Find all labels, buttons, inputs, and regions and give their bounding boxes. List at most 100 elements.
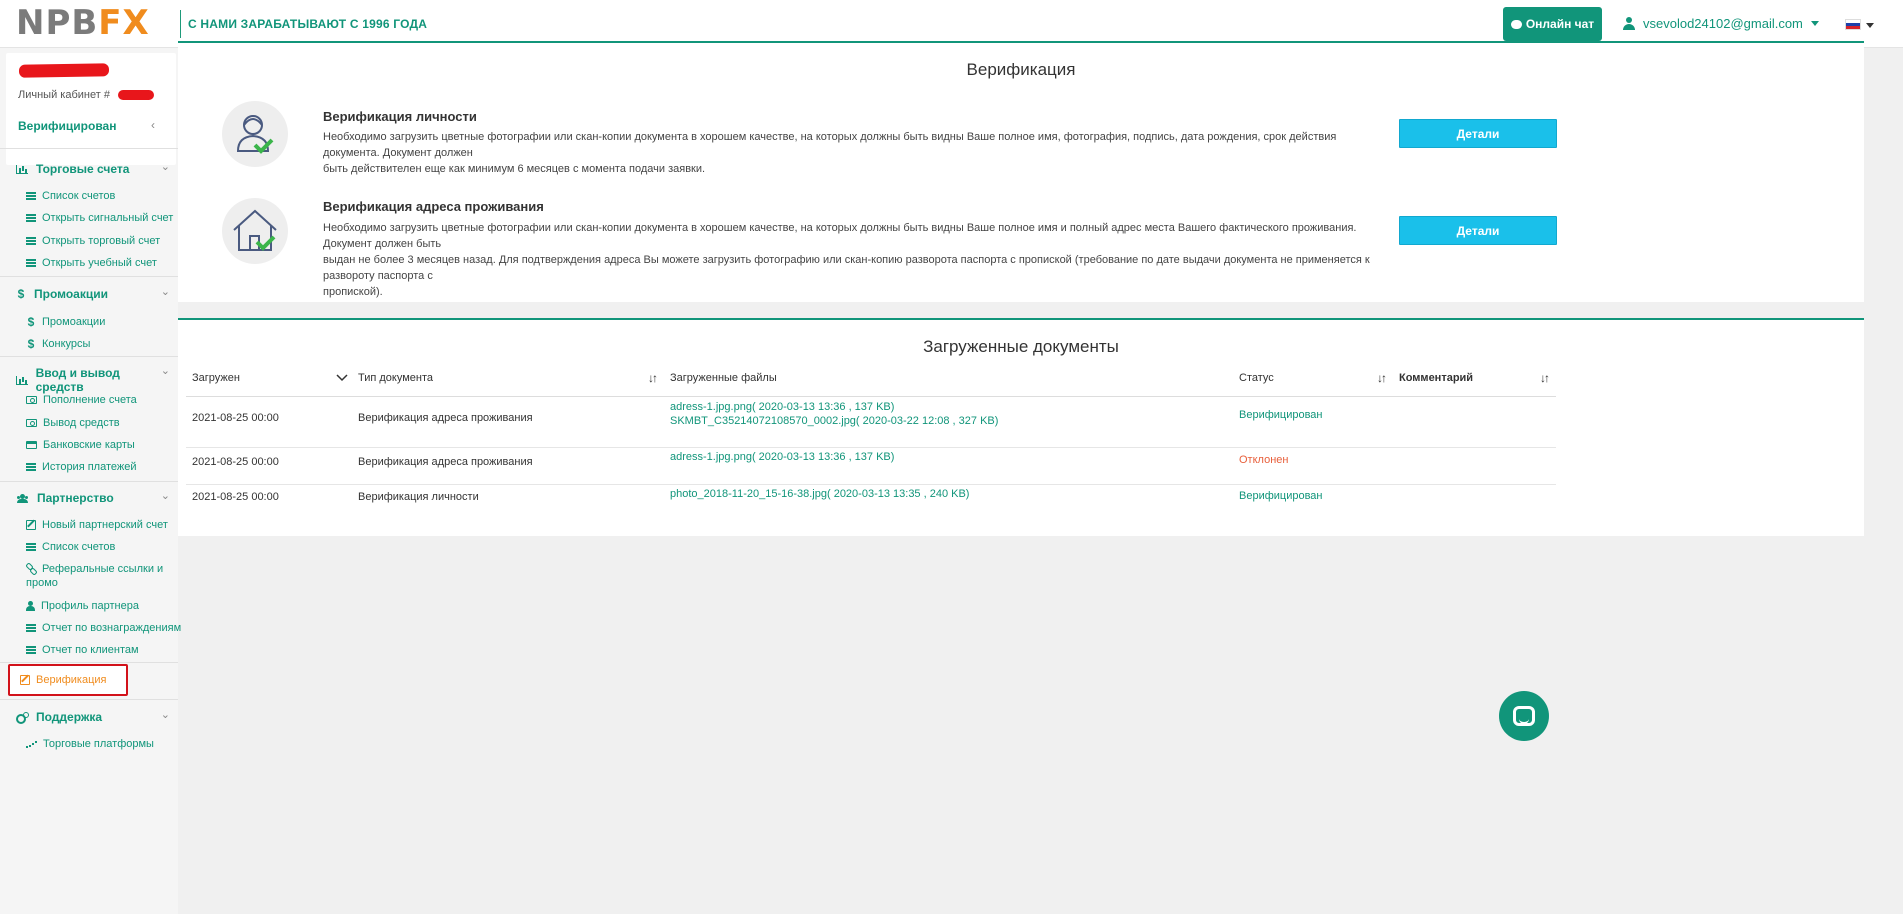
item-label: Пополнение счета: [43, 394, 137, 406]
sidebar-item-clients-report[interactable]: Отчет по клиентам: [26, 644, 139, 656]
uploaded-file-link[interactable]: adress-1.jpg.png( 2020-03-13 13:36 , 137…: [670, 401, 894, 413]
item-label: промо: [26, 577, 58, 589]
profile-status: Верифицирован: [18, 119, 117, 133]
sidebar-item-rewards-report[interactable]: Отчет по вознаграждениям: [26, 622, 181, 634]
sidebar-item-payment-history[interactable]: История платежей: [26, 461, 137, 473]
sidebar-item-open-trading-account[interactable]: Открыть торговый счет: [26, 235, 160, 247]
identity-person-check-icon: [236, 115, 274, 154]
chevron-down-icon: ⌄: [160, 490, 170, 502]
logo-main: NPB: [16, 3, 99, 43]
verification-title: Верификация: [966, 60, 1076, 79]
address-desc-line: пропиской).: [323, 286, 383, 298]
chevron-down-icon: ⌄: [160, 709, 170, 721]
address-desc-line: Необходимо загрузить цветные фотографии …: [323, 222, 1357, 250]
column-header-status[interactable]: Статус: [1239, 372, 1274, 384]
chevron-down-icon: ⌄: [160, 365, 170, 377]
npbfx-logo[interactable]: NPBFX: [16, 5, 150, 41]
support-chat-bubble[interactable]: [1499, 691, 1549, 741]
table-row-divider: [186, 484, 1556, 485]
sidebar-item-trading-platforms[interactable]: Торговые платформы: [26, 738, 154, 750]
chevron-left-icon[interactable]: ‹: [151, 118, 155, 132]
table-cell-date: 2021-08-25 00:00: [192, 412, 279, 424]
item-label: Вывод средств: [43, 417, 120, 429]
sidebar-divider: [0, 481, 178, 482]
column-header-document-type[interactable]: Тип документа: [358, 372, 433, 384]
sort-icon[interactable]: ↓↑: [648, 371, 658, 385]
column-header-uploaded[interactable]: Загружен: [192, 372, 240, 384]
list-icon: [26, 624, 36, 632]
bar-chart-icon: [16, 164, 28, 174]
sidebar-item-withdrawal[interactable]: Вывод средств: [26, 417, 120, 429]
sidebar-item-deposit[interactable]: Пополнение счета: [26, 394, 137, 406]
identity-description: Необходимо загрузить цветные фотографии …: [323, 129, 1393, 177]
users-icon: [16, 493, 29, 503]
identity-desc-line: быть действителен еще как минимум 6 меся…: [323, 163, 706, 175]
sidebar-group-partnership[interactable]: Партнерство ⌄: [16, 490, 170, 505]
table-cell-type: Верификация адреса проживания: [358, 456, 533, 468]
sidebar-item-open-signal-account[interactable]: Открыть сигнальный счет: [26, 212, 173, 224]
item-label: Банковские карты: [43, 439, 135, 451]
sidebar-item-new-partner-account[interactable]: Новый партнерский счет: [26, 519, 168, 531]
sidebar-item-referral-links-cont[interactable]: промо: [26, 577, 58, 589]
dollar-icon: $: [27, 315, 35, 329]
language-chevron-down-icon[interactable]: [1866, 23, 1874, 28]
group-label: Поддержка: [36, 710, 103, 724]
list-icon: [26, 192, 36, 200]
identity-details-button[interactable]: Детали: [1399, 119, 1557, 148]
status-rejected: Отклонен: [1239, 454, 1289, 466]
redacted-name: [18, 63, 110, 78]
sidebar-group-funds[interactable]: Ввод и вывод средств ⌄: [16, 365, 170, 394]
status-verified: Верифицирован: [1239, 490, 1323, 502]
item-label: Реферальные ссылки и: [42, 563, 164, 575]
group-label: Торговые счета: [36, 162, 130, 176]
item-label: Профиль партнера: [41, 600, 139, 612]
sidebar-item-partner-profile[interactable]: Профиль партнера: [26, 600, 139, 612]
identity-illustration: [222, 101, 288, 167]
sidebar-item-contests[interactable]: $ Конкурсы: [26, 337, 91, 351]
russian-flag-icon[interactable]: [1845, 19, 1861, 30]
sidebar-item-bank-cards[interactable]: Банковские карты: [26, 439, 135, 451]
sort-chevron-down-icon[interactable]: [336, 373, 348, 382]
user-menu[interactable]: vsevolod24102@gmail.com: [1623, 16, 1819, 31]
sort-icon[interactable]: ↓↑: [1377, 371, 1387, 385]
user-email: vsevolod24102@gmail.com: [1643, 16, 1803, 31]
sidebar-item-referral-links[interactable]: Реферальные ссылки и: [26, 563, 163, 575]
sidebar-item-partner-accounts-list[interactable]: Список счетов: [26, 541, 115, 553]
sidebar-group-support[interactable]: Поддержка ⌄: [16, 709, 170, 724]
documents-title: Загруженные документы: [923, 337, 1119, 356]
sidebar-item-verification[interactable]: Верификация: [8, 664, 128, 696]
chat-icon: [1510, 19, 1522, 29]
list-icon: [26, 259, 36, 267]
sidebar-item-accounts-list[interactable]: Список счетов: [26, 190, 115, 202]
online-chat-label: Онлайн чат: [1525, 17, 1595, 31]
edit-icon: [26, 520, 36, 530]
sidebar-item-open-demo-account[interactable]: Открыть учебный счет: [26, 257, 157, 269]
list-icon: [26, 237, 36, 245]
sidebar-item-promotions[interactable]: $ Промоакции: [26, 315, 106, 329]
cabinet-label: Личный кабинет #: [18, 89, 110, 101]
column-header-comment[interactable]: Комментарий: [1399, 372, 1473, 384]
online-chat-button[interactable]: Онлайн чат: [1503, 7, 1602, 41]
table-cell-type: Верификация личности: [358, 491, 479, 503]
uploaded-file-link[interactable]: adress-1.jpg.png( 2020-03-13 13:36 , 137…: [670, 451, 894, 463]
chevron-down-icon: ⌄: [160, 161, 170, 173]
verification-panel: Верификация Верификация личности Необход…: [178, 41, 1864, 302]
uploaded-file-link[interactable]: photo_2018-11-20_15-16-38.jpg( 2020-03-1…: [670, 488, 969, 500]
status-verified: Верифицирован: [1239, 409, 1323, 421]
item-label: Отчет по вознаграждениям: [42, 622, 182, 634]
sidebar-divider: [0, 356, 178, 357]
slogan: С НАМИ ЗАРАБАТЫВАЮТ С 1996 ГОДА: [188, 17, 428, 31]
item-label: Торговые платформы: [43, 738, 154, 750]
sidebar-group-promotions[interactable]: $ Промоакции ⌄: [16, 286, 170, 301]
address-details-button[interactable]: Детали: [1399, 216, 1557, 245]
sort-icon[interactable]: ↓↑: [1540, 371, 1550, 385]
table-row-divider: [186, 447, 1556, 448]
item-label: Открыть торговый счет: [42, 235, 161, 247]
sidebar-divider: [0, 699, 178, 700]
credit-card-icon: [26, 441, 37, 449]
uploaded-file-link[interactable]: SKMBT_C35214072108570_0002.jpg( 2020-03-…: [670, 415, 998, 427]
group-label: Промоакции: [34, 287, 108, 301]
group-label: Партнерство: [37, 491, 114, 505]
sidebar-group-trading-accounts[interactable]: Торговые счета ⌄: [16, 161, 170, 176]
address-title: Верификация адреса проживания: [323, 199, 544, 214]
